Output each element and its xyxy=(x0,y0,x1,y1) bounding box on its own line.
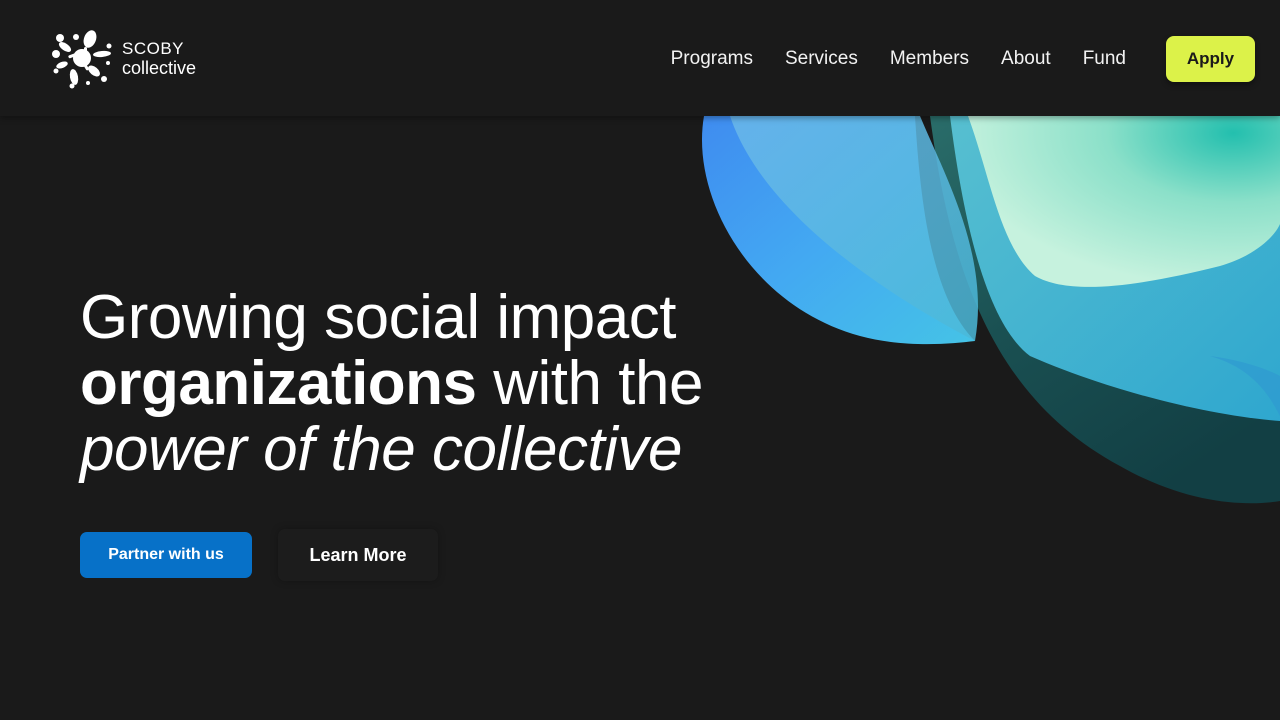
nav-link-services[interactable]: Services xyxy=(785,36,858,82)
nav-link-programs[interactable]: Programs xyxy=(671,36,753,82)
hero-section: Growing social impact organizations with… xyxy=(80,285,703,581)
headline-bold-word: organizations xyxy=(80,349,477,418)
nav-link-about[interactable]: About xyxy=(1001,36,1051,82)
headline-line-3: power of the collective xyxy=(80,415,682,484)
brand-logo-link[interactable]: SCOBY collective xyxy=(50,27,196,89)
page: SCOBY collective Programs Services Membe… xyxy=(0,0,1280,720)
nav-link-fund[interactable]: Fund xyxy=(1083,36,1126,82)
brand-wordmark: SCOBY collective xyxy=(122,40,196,77)
apply-button[interactable]: Apply xyxy=(1166,36,1255,82)
hero-gradient-artwork xyxy=(701,116,1280,504)
splash-logo-icon xyxy=(52,30,112,89)
main-nav: Programs Services Members About Fund App… xyxy=(671,36,1255,82)
headline-line-2: organizations with the xyxy=(80,351,703,417)
brand-name-line2: collective xyxy=(122,57,197,78)
headline-line-2-rest: with the xyxy=(476,349,703,418)
headline-line-1: Growing social impact xyxy=(80,283,676,352)
nav-link-members[interactable]: Members xyxy=(890,36,969,82)
learn-more-button[interactable]: Learn More xyxy=(278,529,438,581)
site-header: SCOBY collective Programs Services Membe… xyxy=(0,0,1280,116)
hero-headline: Growing social impact organizations with… xyxy=(80,285,703,483)
partner-with-us-button[interactable]: Partner with us xyxy=(80,532,252,578)
hero-cta-row: Partner with us Learn More xyxy=(80,529,703,581)
brand-name-line1: SCOBY xyxy=(122,38,185,58)
